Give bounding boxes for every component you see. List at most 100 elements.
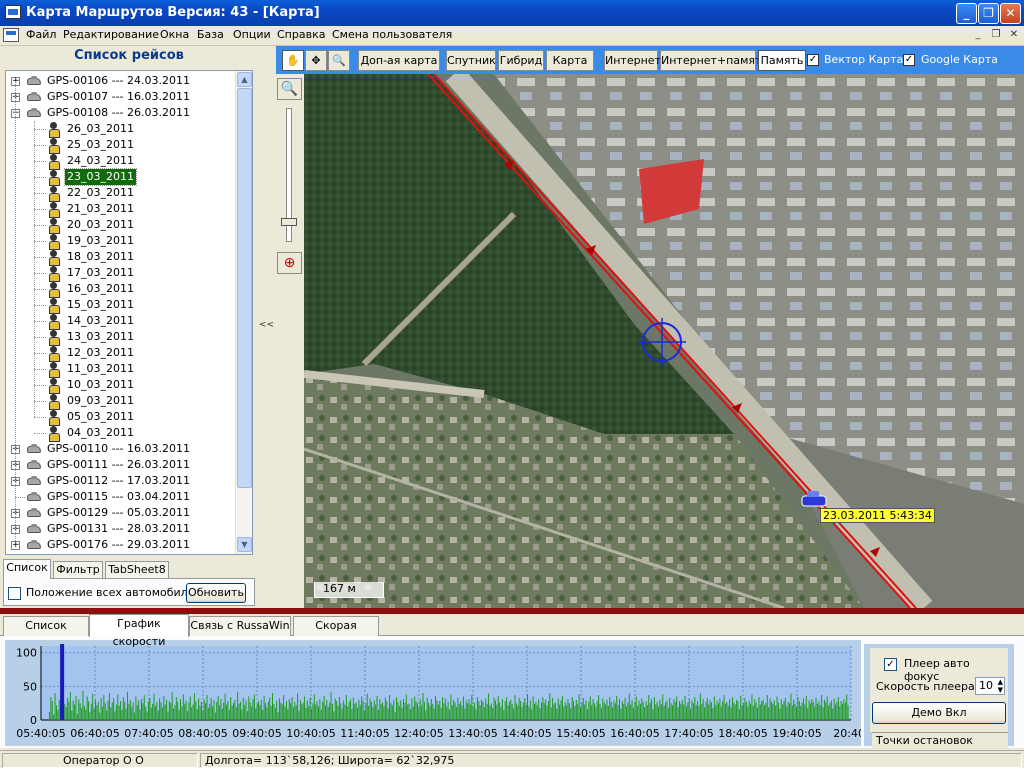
- speed-bar: [458, 703, 460, 720]
- tree-date-item[interactable]: 16_03_2011: [6, 281, 238, 298]
- tab-filter[interactable]: Фильтр: [53, 561, 103, 578]
- maximize-button[interactable]: ❐: [978, 3, 999, 24]
- menu-edit[interactable]: Редактирование: [63, 28, 159, 41]
- minimize-button[interactable]: _: [956, 3, 977, 24]
- trip-tree[interactable]: + GPS-00106 --- 24.03.2011 + GPS-00107 --- …: [5, 70, 253, 555]
- tree-date-item[interactable]: 13_03_2011: [6, 329, 238, 346]
- extra-map-button[interactable]: Доп-ая карта: [358, 50, 440, 71]
- tree-vehicle-item[interactable]: GPS-00115 --- 03.04.2011: [6, 489, 238, 505]
- speed-bar: [415, 701, 417, 720]
- show-all-checkbox[interactable]: [8, 587, 21, 600]
- tab-speed-chart[interactable]: График скорости: [89, 614, 189, 648]
- scroll-thumb[interactable]: [237, 88, 252, 488]
- tree-date-item[interactable]: 05_03_2011: [6, 409, 238, 426]
- internet-memory-button[interactable]: Интернет+память: [660, 50, 768, 71]
- menu-file[interactable]: Файл: [26, 28, 56, 41]
- move-icon[interactable]: ✥: [305, 50, 327, 71]
- mdi-restore-icon[interactable]: ❐: [988, 28, 1004, 42]
- collapse-icon[interactable]: <<: [259, 320, 274, 330]
- demo-button[interactable]: Демо Вкл: [872, 702, 1006, 724]
- map-canvas[interactable]: [304, 74, 1024, 608]
- spinner-icon[interactable]: ▲ ▼: [998, 678, 1003, 694]
- menu-help[interactable]: Справка: [277, 28, 325, 41]
- expand-icon[interactable]: +: [11, 541, 20, 550]
- speed-bar: [69, 692, 71, 720]
- zoom-out-icon[interactable]: 🔍: [277, 78, 302, 100]
- speed-chart-svg[interactable]: 05:40:05 06:40:05 07:40:05 08:40:05 09:40:05…: [5, 640, 869, 746]
- speed-bar: [666, 700, 668, 720]
- tree-vehicle-item[interactable]: + GPS-00131 --- 28.03.2011: [6, 521, 238, 537]
- tree-date-item[interactable]: 25_03_2011: [6, 137, 238, 154]
- speed-bar: [305, 707, 307, 720]
- x-tick-label: 14:40:05: [502, 727, 551, 740]
- tree-vehicle-item[interactable]: + GPS-00176 --- 29.03.2011: [6, 537, 238, 553]
- panel-splitter[interactable]: <<: [258, 46, 274, 608]
- tree-date-item[interactable]: 12_03_2011: [6, 345, 238, 362]
- tree-date-item[interactable]: 09_03_2011: [6, 393, 238, 410]
- tree-date-item[interactable]: 14_03_2011: [6, 313, 238, 330]
- scroll-down-icon[interactable]: ▼: [237, 537, 252, 552]
- tree-date-item[interactable]: 22_03_2011: [6, 185, 238, 202]
- speed-bar: [429, 705, 431, 720]
- tab-track-list[interactable]: Список треков: [3, 616, 89, 650]
- speed-bar: [613, 700, 615, 720]
- google-map-checkbox[interactable]: ✓: [903, 54, 915, 66]
- tab-list[interactable]: Список: [3, 559, 51, 579]
- menu-options[interactable]: Опции: [233, 28, 271, 41]
- speed-bar: [582, 697, 584, 720]
- tree-vehicle-item[interactable]: + GPS-00107 --- 16.03.2011: [6, 89, 238, 105]
- tree-date-item[interactable]: 24_03_2011: [6, 153, 238, 170]
- tree-date-item[interactable]: 04_03_2011: [6, 425, 238, 442]
- mdi-close-icon[interactable]: ✕: [1006, 28, 1022, 42]
- speed-bar: [678, 701, 680, 720]
- tree-vehicle-item[interactable]: + GPS-00110 --- 16.03.2011: [6, 441, 238, 457]
- speed-bar: [540, 702, 542, 720]
- satellite-button[interactable]: Спутник: [446, 50, 496, 71]
- document-icon[interactable]: [3, 28, 19, 42]
- zoom-icon[interactable]: 🔍: [328, 50, 350, 71]
- refresh-button[interactable]: Обновить: [186, 583, 246, 603]
- menu-database[interactable]: База: [197, 28, 224, 41]
- hand-icon[interactable]: ✋: [282, 50, 304, 71]
- scroll-up-icon[interactable]: ▲: [237, 72, 252, 87]
- map-button[interactable]: Карта: [546, 50, 594, 71]
- tree-scrollbar[interactable]: ▲ ▼: [235, 71, 252, 554]
- tree-vehicle-item[interactable]: + GPS-00129 --- 05.03.2011: [6, 505, 238, 521]
- tree-date-item[interactable]: 19_03_2011: [6, 233, 238, 250]
- internet-button[interactable]: Интернет: [604, 50, 661, 71]
- tree-date-item[interactable]: 11_03_2011: [6, 361, 238, 378]
- tree-vehicle-item[interactable]: − GPS-00108 --- 26.03.2011: [6, 105, 238, 121]
- hybrid-button[interactable]: Гибрид: [498, 50, 544, 71]
- tree-date-item[interactable]: 23_03_2011: [6, 168, 238, 186]
- tree-vehicle-item[interactable]: + GPS-00111 --- 26.03.2011: [6, 457, 238, 473]
- player-speed-input[interactable]: 10 ▲ ▼: [975, 677, 1005, 695]
- zoom-fit-icon[interactable]: ⊕: [277, 252, 302, 274]
- menu-windows[interactable]: Окна: [160, 28, 189, 41]
- tab-ambulance[interactable]: Скорая помощ: [293, 616, 379, 650]
- speed-bar: [75, 695, 77, 720]
- tree-date-item[interactable]: 20_03_2011: [6, 217, 238, 234]
- mdi-minimize-icon[interactable]: _: [970, 28, 986, 42]
- speed-bar: [118, 705, 120, 720]
- tab-russawin[interactable]: Связь с RussaWin: [189, 616, 291, 636]
- autofocus-checkbox[interactable]: ✓: [884, 658, 897, 671]
- tree-vehicle-item[interactable]: + GPS-00112 --- 17.03.2011: [6, 473, 238, 489]
- tab-sheet8[interactable]: TabSheet8: [105, 561, 169, 578]
- satellite-map[interactable]: 167 м 23.03.2011 5:43:34: [304, 74, 1024, 608]
- memory-button[interactable]: Память: [758, 50, 806, 71]
- zoom-slider-handle[interactable]: [281, 218, 297, 226]
- vector-map-checkbox[interactable]: ✓: [807, 54, 819, 66]
- speed-chart[interactable]: 05:40:05 06:40:05 07:40:05 08:40:05 09:40:05…: [5, 640, 869, 746]
- tree-date-item[interactable]: 17_03_2011: [6, 265, 238, 282]
- close-button[interactable]: ✕: [1000, 3, 1021, 24]
- menu-change-user[interactable]: Смена пользователя: [332, 28, 452, 41]
- tree-vehicle-item[interactable]: + GPS-00106 --- 24.03.2011: [6, 73, 238, 89]
- tree-date-item[interactable]: 21_03_2011: [6, 201, 238, 218]
- tree-date-item[interactable]: 10_03_2011: [6, 377, 238, 394]
- tree-date-item[interactable]: 18_03_2011: [6, 249, 238, 266]
- speed-bar: [343, 700, 345, 720]
- speed-bar: [337, 705, 339, 720]
- driver-icon: [48, 346, 60, 362]
- tree-date-item[interactable]: 15_03_2011: [6, 297, 238, 314]
- tree-date-item[interactable]: 26_03_2011: [6, 121, 238, 138]
